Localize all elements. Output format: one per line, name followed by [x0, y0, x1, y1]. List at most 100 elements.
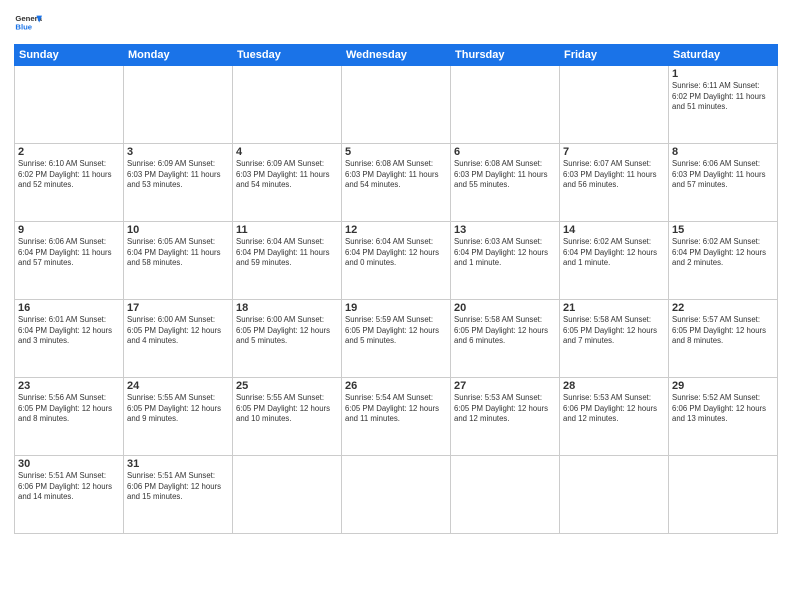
weekday-header-sunday: Sunday: [15, 45, 124, 66]
calendar-cell: 11Sunrise: 6:04 AM Sunset: 6:04 PM Dayli…: [233, 222, 342, 300]
calendar-cell: 22Sunrise: 5:57 AM Sunset: 6:05 PM Dayli…: [669, 300, 778, 378]
day-number: 3: [127, 146, 229, 158]
calendar-cell: 27Sunrise: 5:53 AM Sunset: 6:05 PM Dayli…: [451, 378, 560, 456]
calendar-cell: 18Sunrise: 6:00 AM Sunset: 6:05 PM Dayli…: [233, 300, 342, 378]
day-info: Sunrise: 6:00 AM Sunset: 6:05 PM Dayligh…: [236, 315, 338, 347]
day-info: Sunrise: 6:00 AM Sunset: 6:05 PM Dayligh…: [127, 315, 229, 347]
day-info: Sunrise: 6:08 AM Sunset: 6:03 PM Dayligh…: [454, 159, 556, 191]
calendar-cell: 8Sunrise: 6:06 AM Sunset: 6:03 PM Daylig…: [669, 144, 778, 222]
day-info: Sunrise: 6:11 AM Sunset: 6:02 PM Dayligh…: [672, 81, 774, 113]
calendar-cell: 23Sunrise: 5:56 AM Sunset: 6:05 PM Dayli…: [15, 378, 124, 456]
calendar-page: General Blue SundayMondayTuesdayWednesda…: [0, 0, 792, 612]
calendar-cell: 4Sunrise: 6:09 AM Sunset: 6:03 PM Daylig…: [233, 144, 342, 222]
day-number: 21: [563, 302, 665, 314]
weekday-header-thursday: Thursday: [451, 45, 560, 66]
calendar-cell: 24Sunrise: 5:55 AM Sunset: 6:05 PM Dayli…: [124, 378, 233, 456]
day-number: 6: [454, 146, 556, 158]
calendar-cell: [342, 456, 451, 534]
calendar-week-row: 30Sunrise: 5:51 AM Sunset: 6:06 PM Dayli…: [15, 456, 778, 534]
day-info: Sunrise: 6:09 AM Sunset: 6:03 PM Dayligh…: [236, 159, 338, 191]
day-info: Sunrise: 6:02 AM Sunset: 6:04 PM Dayligh…: [672, 237, 774, 269]
weekday-header-friday: Friday: [560, 45, 669, 66]
day-number: 10: [127, 224, 229, 236]
calendar-cell: 14Sunrise: 6:02 AM Sunset: 6:04 PM Dayli…: [560, 222, 669, 300]
day-info: Sunrise: 5:54 AM Sunset: 6:05 PM Dayligh…: [345, 393, 447, 425]
day-number: 17: [127, 302, 229, 314]
generalblue-logo-icon: General Blue: [14, 10, 42, 38]
calendar-table: SundayMondayTuesdayWednesdayThursdayFrid…: [14, 44, 778, 534]
day-number: 31: [127, 458, 229, 470]
calendar-cell: [124, 66, 233, 144]
calendar-week-row: 16Sunrise: 6:01 AM Sunset: 6:04 PM Dayli…: [15, 300, 778, 378]
calendar-cell: 15Sunrise: 6:02 AM Sunset: 6:04 PM Dayli…: [669, 222, 778, 300]
day-number: 9: [18, 224, 120, 236]
day-info: Sunrise: 5:59 AM Sunset: 6:05 PM Dayligh…: [345, 315, 447, 347]
day-info: Sunrise: 5:51 AM Sunset: 6:06 PM Dayligh…: [127, 471, 229, 503]
calendar-cell: 31Sunrise: 5:51 AM Sunset: 6:06 PM Dayli…: [124, 456, 233, 534]
day-number: 5: [345, 146, 447, 158]
day-number: 1: [672, 68, 774, 80]
weekday-header-tuesday: Tuesday: [233, 45, 342, 66]
day-info: Sunrise: 6:06 AM Sunset: 6:04 PM Dayligh…: [18, 237, 120, 269]
day-number: 14: [563, 224, 665, 236]
day-info: Sunrise: 6:09 AM Sunset: 6:03 PM Dayligh…: [127, 159, 229, 191]
day-number: 16: [18, 302, 120, 314]
day-info: Sunrise: 6:03 AM Sunset: 6:04 PM Dayligh…: [454, 237, 556, 269]
calendar-cell: [451, 66, 560, 144]
day-number: 23: [18, 380, 120, 392]
calendar-cell: [233, 66, 342, 144]
day-info: Sunrise: 5:56 AM Sunset: 6:05 PM Dayligh…: [18, 393, 120, 425]
calendar-cell: 5Sunrise: 6:08 AM Sunset: 6:03 PM Daylig…: [342, 144, 451, 222]
day-number: 15: [672, 224, 774, 236]
calendar-cell: 28Sunrise: 5:53 AM Sunset: 6:06 PM Dayli…: [560, 378, 669, 456]
calendar-week-row: 1Sunrise: 6:11 AM Sunset: 6:02 PM Daylig…: [15, 66, 778, 144]
day-number: 18: [236, 302, 338, 314]
day-info: Sunrise: 6:04 AM Sunset: 6:04 PM Dayligh…: [236, 237, 338, 269]
day-info: Sunrise: 6:05 AM Sunset: 6:04 PM Dayligh…: [127, 237, 229, 269]
day-info: Sunrise: 6:01 AM Sunset: 6:04 PM Dayligh…: [18, 315, 120, 347]
day-info: Sunrise: 5:58 AM Sunset: 6:05 PM Dayligh…: [454, 315, 556, 347]
day-info: Sunrise: 6:06 AM Sunset: 6:03 PM Dayligh…: [672, 159, 774, 191]
calendar-cell: 13Sunrise: 6:03 AM Sunset: 6:04 PM Dayli…: [451, 222, 560, 300]
logo: General Blue: [14, 10, 42, 38]
calendar-cell: 2Sunrise: 6:10 AM Sunset: 6:02 PM Daylig…: [15, 144, 124, 222]
calendar-cell: [342, 66, 451, 144]
calendar-cell: 12Sunrise: 6:04 AM Sunset: 6:04 PM Dayli…: [342, 222, 451, 300]
calendar-header: General Blue: [14, 10, 778, 38]
calendar-week-row: 2Sunrise: 6:10 AM Sunset: 6:02 PM Daylig…: [15, 144, 778, 222]
day-info: Sunrise: 6:02 AM Sunset: 6:04 PM Dayligh…: [563, 237, 665, 269]
calendar-cell: 9Sunrise: 6:06 AM Sunset: 6:04 PM Daylig…: [15, 222, 124, 300]
day-number: 19: [345, 302, 447, 314]
calendar-cell: 21Sunrise: 5:58 AM Sunset: 6:05 PM Dayli…: [560, 300, 669, 378]
weekday-header-saturday: Saturday: [669, 45, 778, 66]
day-info: Sunrise: 5:55 AM Sunset: 6:05 PM Dayligh…: [127, 393, 229, 425]
calendar-cell: 17Sunrise: 6:00 AM Sunset: 6:05 PM Dayli…: [124, 300, 233, 378]
day-info: Sunrise: 6:10 AM Sunset: 6:02 PM Dayligh…: [18, 159, 120, 191]
day-info: Sunrise: 6:07 AM Sunset: 6:03 PM Dayligh…: [563, 159, 665, 191]
calendar-cell: [233, 456, 342, 534]
day-info: Sunrise: 5:51 AM Sunset: 6:06 PM Dayligh…: [18, 471, 120, 503]
weekday-header-wednesday: Wednesday: [342, 45, 451, 66]
day-info: Sunrise: 5:52 AM Sunset: 6:06 PM Dayligh…: [672, 393, 774, 425]
day-number: 22: [672, 302, 774, 314]
day-number: 4: [236, 146, 338, 158]
calendar-week-row: 23Sunrise: 5:56 AM Sunset: 6:05 PM Dayli…: [15, 378, 778, 456]
day-number: 28: [563, 380, 665, 392]
calendar-cell: 16Sunrise: 6:01 AM Sunset: 6:04 PM Dayli…: [15, 300, 124, 378]
calendar-cell: 3Sunrise: 6:09 AM Sunset: 6:03 PM Daylig…: [124, 144, 233, 222]
weekday-header-row: SundayMondayTuesdayWednesdayThursdayFrid…: [15, 45, 778, 66]
day-number: 7: [563, 146, 665, 158]
day-number: 27: [454, 380, 556, 392]
calendar-cell: [560, 456, 669, 534]
calendar-cell: [560, 66, 669, 144]
calendar-cell: 7Sunrise: 6:07 AM Sunset: 6:03 PM Daylig…: [560, 144, 669, 222]
weekday-header-monday: Monday: [124, 45, 233, 66]
day-number: 8: [672, 146, 774, 158]
calendar-cell: 25Sunrise: 5:55 AM Sunset: 6:05 PM Dayli…: [233, 378, 342, 456]
calendar-cell: [15, 66, 124, 144]
day-info: Sunrise: 5:53 AM Sunset: 6:06 PM Dayligh…: [563, 393, 665, 425]
day-info: Sunrise: 5:58 AM Sunset: 6:05 PM Dayligh…: [563, 315, 665, 347]
calendar-cell: 30Sunrise: 5:51 AM Sunset: 6:06 PM Dayli…: [15, 456, 124, 534]
day-number: 26: [345, 380, 447, 392]
day-number: 25: [236, 380, 338, 392]
